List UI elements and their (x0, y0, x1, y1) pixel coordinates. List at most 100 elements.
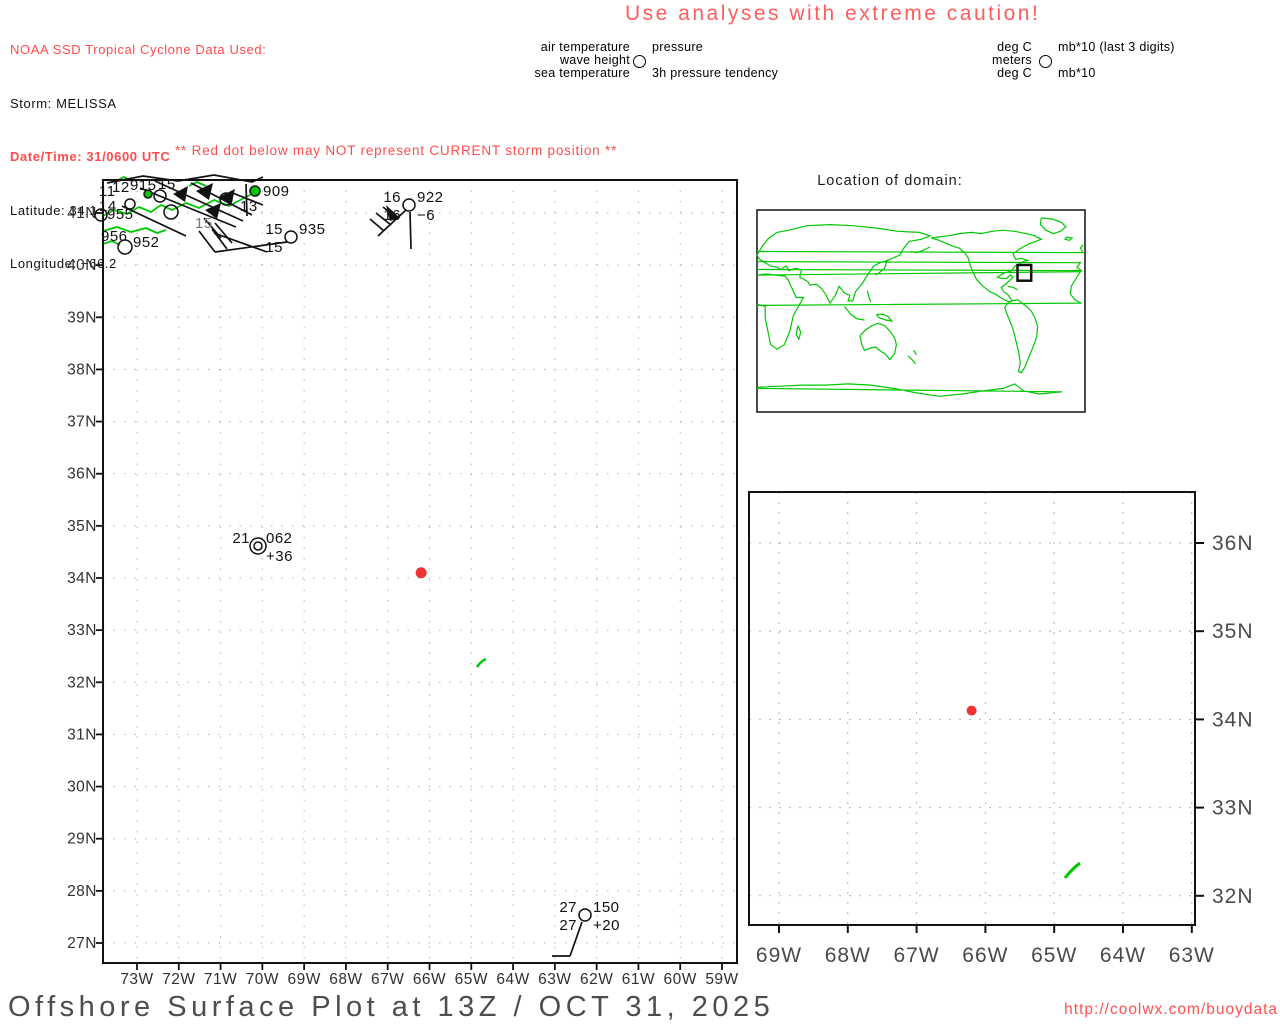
world-inset-map (756, 209, 1086, 413)
pressure-tendency-value: −6 (417, 207, 435, 224)
lon-tick-label: 68W (825, 944, 871, 967)
world-coastline (795, 325, 802, 341)
lon-tick-label: 64W (1100, 944, 1146, 967)
world-coastline (875, 313, 894, 322)
lon-tick-label: 60W (664, 971, 697, 988)
station-plots: 15 935 15 16 922 16 −6 21 062+36 27 150 27 +20 (198, 189, 620, 957)
lon-tick-label: 68W (329, 971, 362, 988)
world-coastline (859, 322, 898, 361)
lat-tick-label: 40N (67, 257, 97, 274)
lon-tick-label: 69W (756, 944, 802, 967)
lat-tick-label: 31N (67, 726, 97, 743)
main-map-axis-labels: 73W 72W 71W 70W 69W 68W 67W 66W 65W 64W 63W 62W 61W 6… (67, 205, 738, 988)
lon-tick-label: 65W (455, 971, 488, 988)
pressure-value: 922 (417, 189, 444, 206)
world-coastline (1039, 217, 1067, 235)
world-coastline (756, 223, 932, 305)
wind-barb (409, 211, 412, 250)
world-coastline (1004, 299, 1039, 374)
plot-canvas: 1112 915 15 90914955 13956 95215 15 9351516 922… (67, 174, 1254, 988)
lon-tick-label: 67W (371, 971, 404, 988)
lat-tick-label: 39N (67, 309, 97, 326)
lat-tick-label: 34N (67, 570, 97, 587)
world-coastline (1063, 236, 1074, 241)
station-value: 952 (133, 234, 160, 251)
lon-tick-label: 71W (204, 971, 237, 988)
station-plot: 16 922 16 −6 (369, 189, 444, 250)
air-temp-value: 27 (559, 899, 577, 916)
lat-tick-label: 32N (1212, 885, 1254, 908)
station-plot: 27 150 27 +20 (552, 899, 620, 957)
station-value: 13 (240, 198, 258, 215)
station-circle (402, 198, 416, 212)
lon-tick-label: 72W (162, 971, 195, 988)
zoom-inset-axis-labels: 69W 68W 67W 66W 65W 64W 63W 36N 35N 34N 33N 32N (756, 532, 1254, 967)
lat-tick-label: 33N (1212, 797, 1254, 820)
lat-tick-label: 28N (67, 883, 97, 900)
bermuda-coast (1063, 861, 1081, 879)
lon-tick-label: 67W (894, 944, 940, 967)
world-coastline (907, 355, 916, 365)
bermuda-coast (475, 657, 487, 668)
station-circle (284, 230, 298, 244)
station-circle (249, 537, 267, 555)
station-value: 15 (195, 215, 213, 232)
pressure-value: 062 (266, 530, 293, 547)
lon-tick-label: 69W (287, 971, 320, 988)
pressure-tendency-value: +36 (266, 548, 293, 565)
pressure-value: 935 (299, 221, 326, 238)
world-coastline (1007, 285, 1018, 291)
lat-tick-label: 35N (1212, 620, 1254, 643)
station-value: 955 (107, 206, 134, 223)
world-coastline (866, 290, 872, 303)
storm-dot-inset (966, 705, 977, 716)
ship-report-dot (249, 185, 261, 197)
wind-barb (211, 228, 228, 250)
wind-barb (369, 218, 385, 232)
lat-tick-label: 32N (67, 674, 97, 691)
lat-tick-label: 36N (67, 466, 97, 483)
lat-tick-label: 36N (1212, 532, 1254, 555)
air-temp-value: 15 (265, 221, 283, 238)
lat-tick-label: 30N (67, 779, 97, 796)
lon-tick-label: 66W (413, 971, 446, 988)
world-coastline (913, 349, 917, 356)
station-circle (163, 204, 179, 220)
station-value: 909 (263, 183, 290, 200)
lat-tick-label: 38N (67, 361, 97, 378)
sea-temp-value: 16 (383, 207, 401, 224)
lon-tick-label: 63W (538, 971, 571, 988)
lon-tick-label: 64W (496, 971, 529, 988)
lat-tick-label: 37N (67, 414, 97, 431)
lat-tick-label: 29N (67, 831, 97, 848)
station-value: 15 (158, 176, 176, 193)
world-coastline (756, 271, 1082, 306)
lon-tick-label: 70W (246, 971, 279, 988)
air-temp-value: 16 (383, 189, 401, 206)
lon-tick-label: 73W (120, 971, 153, 988)
pressure-value: 150 (593, 899, 620, 916)
lat-tick-label: 41N (67, 205, 97, 222)
lon-tick-label: 61W (622, 971, 655, 988)
station-value: 956 (101, 228, 128, 245)
world-coastline (756, 383, 1063, 397)
lat-tick-label: 33N (67, 622, 97, 639)
lat-tick-label: 35N (67, 518, 97, 535)
storm-position-dot (966, 705, 977, 716)
lon-tick-label: 62W (580, 971, 613, 988)
lon-tick-label: 66W (962, 944, 1008, 967)
station-circle (578, 908, 592, 922)
storm-dot-main (415, 567, 427, 579)
station-circle-inner (253, 541, 263, 551)
sea-temp-value: 15 (265, 239, 283, 256)
lon-tick-label: 63W (1169, 944, 1215, 967)
lon-tick-label: 65W (1031, 944, 1077, 967)
air-temp-value: 21 (232, 530, 250, 547)
station-value: 12 (112, 179, 130, 196)
station-cluster: 1112 915 15 90914955 13956 95215 (94, 174, 290, 255)
wind-barb (198, 230, 216, 253)
sea-temp-value: 27 (559, 917, 577, 934)
lon-tick-label: 59W (705, 971, 738, 988)
lat-tick-label: 27N (67, 935, 97, 952)
storm-position-dot (415, 567, 427, 579)
